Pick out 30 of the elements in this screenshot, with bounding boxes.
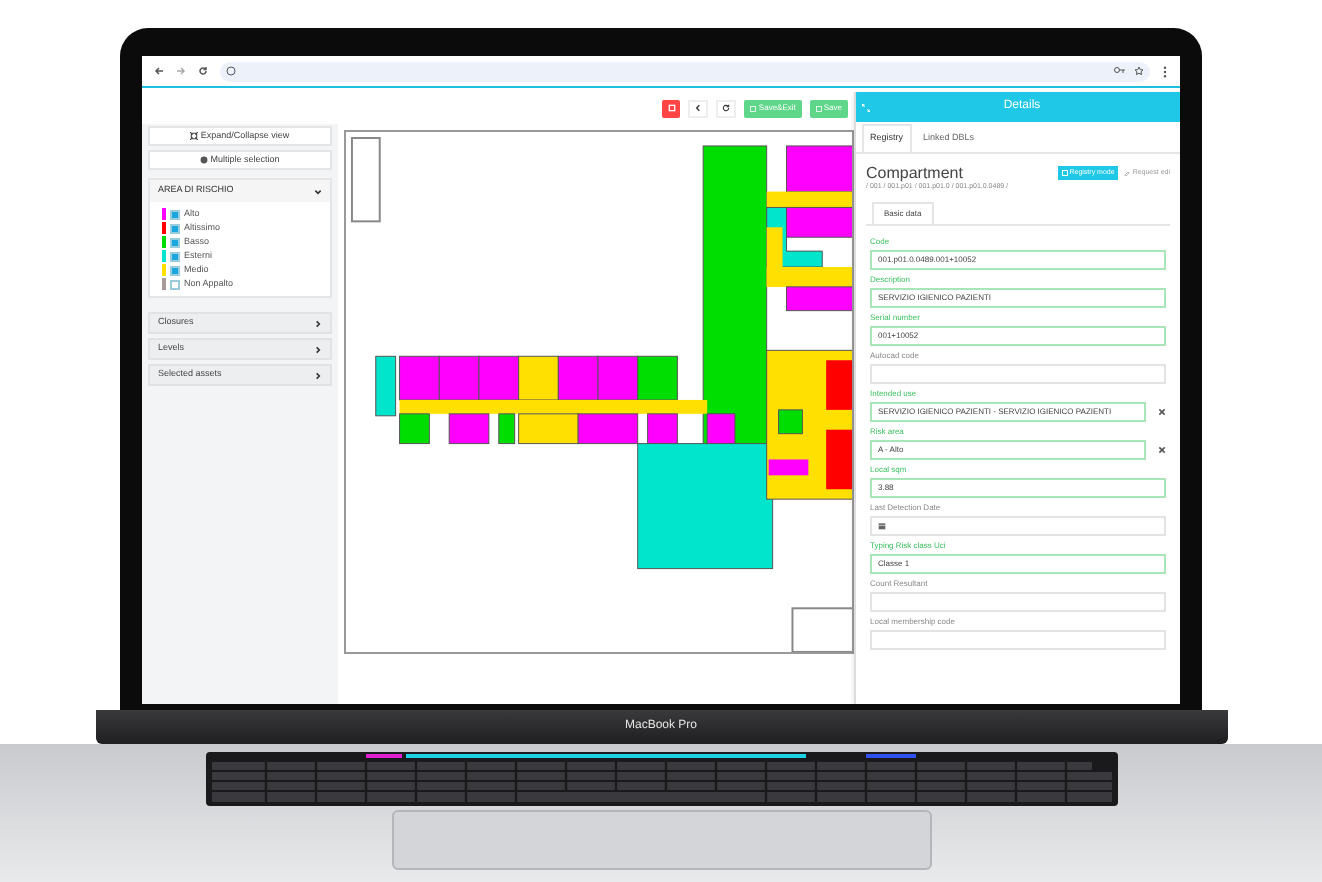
- checkbox[interactable]: [170, 251, 180, 261]
- clear-icon[interactable]: [1158, 445, 1166, 453]
- checkbox[interactable]: [170, 237, 180, 247]
- date-field[interactable]: [870, 515, 1166, 535]
- input-field[interactable]: [870, 591, 1166, 611]
- pencil-icon: [1124, 170, 1131, 176]
- checkbox[interactable]: [170, 265, 180, 275]
- input-field[interactable]: [870, 629, 1166, 649]
- star-icon[interactable]: [1134, 66, 1144, 76]
- back-arrow-icon[interactable]: [154, 66, 164, 76]
- expand-icon[interactable]: [862, 103, 870, 111]
- record-title: Compartment: [866, 166, 965, 182]
- checkbox[interactable]: [170, 279, 180, 289]
- checkbox[interactable]: [170, 223, 180, 233]
- delete-button[interactable]: [662, 99, 681, 117]
- input-field[interactable]: [870, 363, 1166, 383]
- key-icon[interactable]: [1114, 66, 1126, 74]
- checkbox[interactable]: [170, 209, 180, 219]
- expand-icon: [190, 132, 199, 140]
- clear-icon[interactable]: [1158, 407, 1166, 415]
- reload-icon[interactable]: [198, 66, 208, 76]
- calendar-icon: [878, 521, 886, 529]
- site-info-icon[interactable]: [226, 66, 236, 76]
- trackpad[interactable]: [391, 810, 931, 870]
- back-button[interactable]: [688, 99, 709, 117]
- circle-icon: [200, 156, 209, 164]
- menu-icon[interactable]: [1162, 65, 1168, 77]
- refresh-button[interactable]: [716, 99, 737, 117]
- refresh-icon: [722, 104, 731, 112]
- forward-arrow-icon[interactable]: [176, 66, 186, 76]
